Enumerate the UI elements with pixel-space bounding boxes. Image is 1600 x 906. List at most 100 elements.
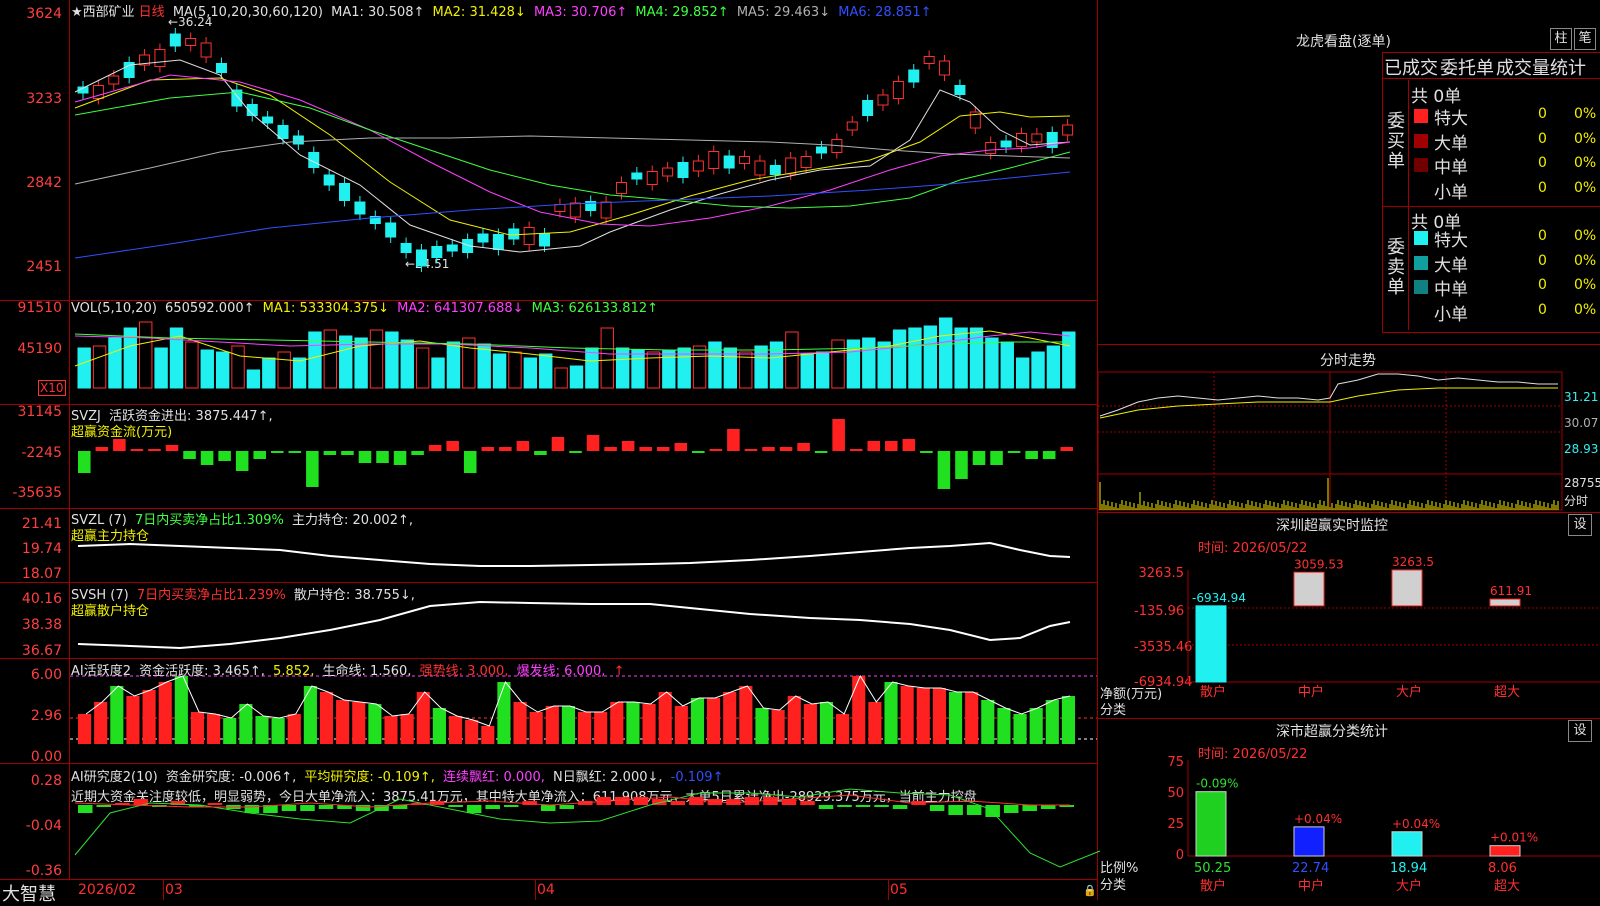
monitor-y-label: 3263.5: [1138, 566, 1185, 581]
fund-flow-bar: [1007, 451, 1021, 453]
monitor-y-label: -3535.46: [1134, 640, 1193, 655]
fund-flow-bar: [902, 439, 916, 451]
fund-flow-bar: [534, 451, 547, 455]
intraday-chart[interactable]: [1097, 371, 1600, 511]
candle-body: [554, 204, 566, 212]
volume-bar: [185, 341, 199, 389]
volume-bar: [831, 339, 845, 389]
tab-filled[interactable]: 已成交: [1384, 54, 1438, 80]
volume-bar: [1031, 351, 1045, 389]
candle-body: [785, 157, 797, 175]
volume-bar: [815, 351, 830, 389]
date-tick: [163, 880, 164, 900]
ai1-y-label: 2.96: [30, 708, 62, 724]
bar-mode-button[interactable]: 柱: [1550, 28, 1572, 50]
ai2-y-label: 0.28: [30, 773, 62, 789]
tab-volume-stats[interactable]: 成交量统计: [1496, 54, 1586, 80]
activity-bar: [158, 682, 172, 744]
activity-bar: [723, 692, 737, 744]
fund-flow-chart[interactable]: [70, 404, 1097, 508]
research-bar: [559, 805, 574, 809]
activity-bar: [642, 704, 656, 744]
volume-bar: [569, 365, 584, 389]
volume-bar: [108, 337, 122, 389]
volume-bar: [954, 327, 968, 389]
research-bar: [503, 805, 519, 807]
fund-flow-bar: [393, 451, 407, 465]
volume-bar: [92, 345, 107, 389]
vol-ma2: MA2: 641307.688↓: [397, 301, 524, 316]
ma-line-green: [74, 91, 1071, 209]
fund-flow-bar: [463, 451, 477, 473]
volume-chart[interactable]: [70, 316, 1097, 396]
volume-bar: [385, 331, 399, 389]
realtime-monitor-chart[interactable]: -6934.94 散户 3059.53 中户 3263.5 大户 611.91 超大: [1187, 555, 1600, 718]
volume-bar: [692, 345, 707, 389]
lock-icon[interactable]: 🔒: [1083, 884, 1097, 897]
fund-flow-bar: [744, 449, 758, 451]
stat-value-label: 18.94: [1390, 861, 1427, 876]
fund-flow-bar: [586, 435, 600, 451]
research-bar: [1003, 805, 1019, 813]
volume-bar: [231, 345, 245, 389]
tab-entrust[interactable]: 委托单: [1440, 54, 1494, 80]
activity-bar: [884, 682, 898, 744]
right-panel: 龙虎看盘(逐单) 柱 笔 已成交 委托单 成交量统计 委买单 共 0单 特大 0 0…: [1097, 0, 1600, 900]
activity-bar: [707, 698, 721, 744]
candle-body: [908, 69, 920, 83]
ai-activity-chart[interactable]: [70, 658, 1097, 763]
activity-bar: [287, 714, 301, 744]
order-color-swatch: [1414, 255, 1428, 270]
research-bar: [207, 803, 223, 805]
tick-mode-button[interactable]: 笔: [1574, 28, 1596, 50]
activity-bar: [319, 692, 334, 744]
period-label[interactable]: 日线: [139, 5, 165, 20]
monitor-category-label: 大户: [1396, 684, 1422, 700]
ai1-y-label: 0.00: [30, 749, 62, 765]
stat-value-label: 22.74: [1292, 861, 1329, 876]
fund-flow-bar: [358, 451, 372, 463]
stat-category-label: 大户: [1396, 878, 1422, 894]
monitor-settings-button[interactable]: 设: [1568, 514, 1592, 536]
category-stat-chart[interactable]: -0.09% 50.25 散户 +0.04% 22.74 中户 +0.04% 18.94 大户 +…: [1187, 760, 1600, 900]
order-percent: 0%: [1574, 228, 1597, 244]
stat-bar: [1195, 791, 1227, 857]
order-size-label: 大单: [1434, 133, 1468, 154]
activity-bar: [997, 708, 1011, 744]
fund-flow-bar: [885, 441, 898, 451]
volume-bar: [262, 357, 276, 389]
fund-flow-bar: [849, 449, 863, 451]
order-percent: 0%: [1574, 130, 1597, 147]
tab-divider: [1382, 52, 1600, 53]
volume-bar: [800, 353, 814, 389]
activity-bar: [819, 702, 834, 744]
stat-settings-button[interactable]: 设: [1568, 720, 1592, 742]
ai-research-chart[interactable]: [70, 763, 1101, 879]
main-holding-chart[interactable]: [70, 508, 1097, 582]
candle-body: [646, 171, 658, 185]
retail-holding-chart[interactable]: [70, 582, 1097, 658]
stock-name[interactable]: ★西部矿业: [71, 5, 135, 20]
activity-bar: [755, 708, 769, 744]
volume-bar: [77, 347, 91, 389]
candle-body: [431, 246, 443, 258]
monitor-bar: [1195, 605, 1227, 683]
monitor-value-label: 3263.5: [1392, 555, 1434, 569]
svsh-y-label: 40.16: [21, 591, 62, 607]
candle-body: [400, 243, 412, 253]
order-count: 0: [1538, 301, 1547, 318]
order-percent: 0%: [1574, 277, 1597, 293]
activity-bar: [561, 706, 575, 744]
fund-flow-bar: [323, 451, 337, 455]
activity-bar: [932, 688, 946, 744]
chart-area[interactable]: 3624 3233 2842 2451 ★西部矿业 日线 MA(5,10,20,3…: [0, 0, 1101, 905]
candle-body: [708, 151, 720, 169]
order-percent: 0%: [1574, 179, 1597, 196]
stat-y-label: 50: [1167, 786, 1184, 801]
activity-bar: [739, 686, 753, 744]
activity-bar: [981, 700, 995, 744]
candle-body: [692, 160, 704, 172]
candlestick-chart[interactable]: [70, 20, 1097, 300]
fund-flow-bar: [200, 451, 214, 465]
candle-body: [739, 156, 751, 164]
